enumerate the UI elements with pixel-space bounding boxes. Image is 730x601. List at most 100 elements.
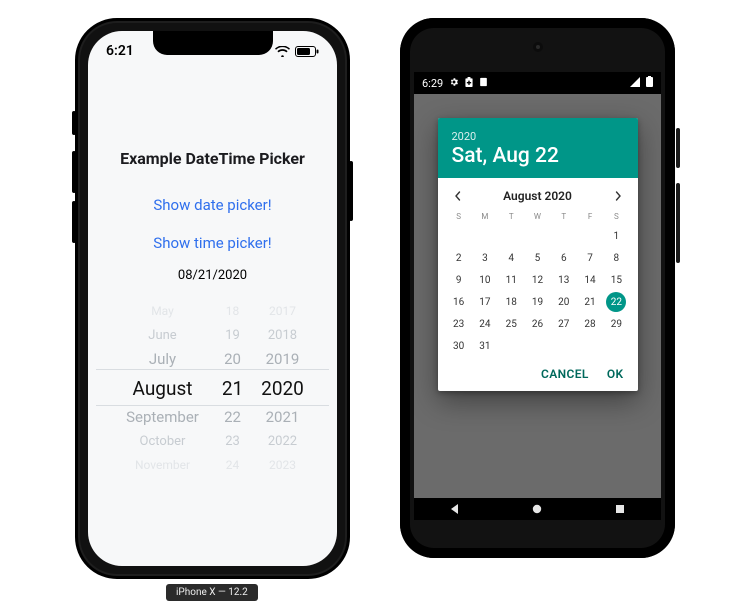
wheel-year[interactable]: 2018 (253, 328, 313, 343)
wheel-row[interactable]: July202019 (88, 347, 337, 371)
android-status-time: 6:29 (422, 77, 443, 90)
calendar-day[interactable]: 6 (551, 247, 577, 269)
calendar-day[interactable]: 24 (472, 313, 498, 335)
calendar-day[interactable]: 1 (603, 225, 629, 247)
iphone-volume-up (72, 151, 76, 193)
wheel-year[interactable]: 2022 (253, 434, 313, 449)
calendar-day[interactable]: 16 (446, 291, 472, 313)
wheel-day[interactable]: 24 (213, 458, 253, 472)
calendar-empty (498, 225, 524, 247)
wheel-day[interactable]: 23 (213, 434, 253, 449)
wheel-month[interactable]: September (113, 408, 213, 426)
android-camera (533, 42, 543, 52)
calendar-empty (524, 335, 550, 357)
calendar-weekday: T (551, 208, 577, 225)
calendar-day[interactable]: 23 (446, 313, 472, 335)
calendar-day[interactable]: 5 (524, 247, 550, 269)
wheel-month[interactable]: August (113, 377, 213, 400)
ios-date-wheel[interactable]: May182017June192018July202019August21202… (88, 297, 337, 479)
calendar-day[interactable]: 11 (498, 269, 524, 291)
calendar-weekday: F (577, 208, 603, 225)
show-date-picker-button[interactable]: Show date picker! (153, 196, 271, 214)
dialog-header: 2020 Sat, Aug 22 (438, 118, 638, 178)
wifi-icon (275, 46, 290, 57)
calendar-grid: SMTWTFS123456789101112131415161718192021… (438, 208, 638, 361)
calendar-day[interactable]: 9 (446, 269, 472, 291)
wheel-year[interactable]: 2023 (253, 458, 313, 472)
wheel-month[interactable]: May (113, 304, 213, 318)
calendar-day[interactable]: 25 (498, 313, 524, 335)
calendar-day[interactable]: 30 (446, 335, 472, 357)
calendar-day[interactable]: 22 (603, 291, 629, 313)
calendar-day[interactable]: 28 (577, 313, 603, 335)
wheel-divider (96, 405, 329, 406)
wheel-day[interactable]: 18 (213, 304, 253, 318)
android-device-frame: 6:29 (400, 18, 675, 558)
show-time-picker-button[interactable]: Show time picker! (153, 234, 271, 252)
calendar-day[interactable]: 19 (524, 291, 550, 313)
nav-recents-icon[interactable] (614, 500, 626, 519)
dialog-selected-date[interactable]: Sat, Aug 22 (452, 144, 624, 168)
calendar-day[interactable]: 10 (472, 269, 498, 291)
next-month-button[interactable] (610, 188, 626, 204)
calendar-day[interactable]: 13 (551, 269, 577, 291)
calendar-day[interactable]: 21 (577, 291, 603, 313)
android-dialog-scrim[interactable]: 2020 Sat, Aug 22 August 2020 SMTWTFS1234… (414, 94, 661, 500)
iphone-device-frame: 6:21 Example DateTime Picker Show date p… (75, 18, 350, 579)
cancel-button[interactable]: CANCEL (541, 367, 589, 381)
calendar-day[interactable]: 7 (577, 247, 603, 269)
calendar-day[interactable]: 2 (446, 247, 472, 269)
wheel-day[interactable]: 20 (213, 350, 253, 368)
gear-icon (449, 77, 459, 90)
calendar-day[interactable]: 12 (524, 269, 550, 291)
calendar-day[interactable]: 27 (551, 313, 577, 335)
calendar-empty (551, 225, 577, 247)
calendar-day[interactable]: 14 (577, 269, 603, 291)
wheel-day[interactable]: 19 (213, 328, 253, 343)
nav-back-icon[interactable] (449, 500, 461, 519)
calendar-empty (551, 335, 577, 357)
wheel-row[interactable]: August212020 (88, 371, 337, 405)
wheel-month[interactable]: November (113, 458, 213, 472)
wheel-row[interactable]: October232022 (88, 429, 337, 453)
wheel-row[interactable]: June192018 (88, 323, 337, 347)
battery-saver-icon (465, 77, 473, 90)
wheel-row[interactable]: November242023 (88, 453, 337, 477)
android-screen: 6:29 (414, 72, 661, 500)
calendar-day[interactable]: 8 (603, 247, 629, 269)
wheel-day[interactable]: 21 (213, 377, 253, 400)
iphone-power-button (349, 161, 353, 221)
calendar-day[interactable]: 20 (551, 291, 577, 313)
calendar-day[interactable]: 26 (524, 313, 550, 335)
wheel-month[interactable]: July (113, 350, 213, 368)
calendar-day[interactable]: 3 (472, 247, 498, 269)
wheel-row[interactable]: September222021 (88, 405, 337, 429)
calendar-weekday: T (498, 208, 524, 225)
wheel-divider (96, 369, 329, 370)
calendar-day[interactable]: 4 (498, 247, 524, 269)
android-nav-bar (414, 498, 661, 520)
calendar-empty (577, 225, 603, 247)
iphone-volume-down (72, 201, 76, 243)
calendar-weekday: S (603, 208, 629, 225)
wheel-year[interactable]: 2021 (253, 408, 313, 426)
ok-button[interactable]: OK (607, 367, 624, 381)
ios-content: Example DateTime Picker Show date picker… (88, 71, 337, 566)
wheel-month[interactable]: June (113, 328, 213, 343)
nav-home-icon[interactable] (531, 500, 543, 519)
wheel-year[interactable]: 2020 (253, 377, 313, 400)
calendar-day[interactable]: 17 (472, 291, 498, 313)
wheel-month[interactable]: October (113, 434, 213, 449)
dialog-year[interactable]: 2020 (452, 130, 624, 143)
wheel-year[interactable]: 2017 (253, 304, 313, 318)
calendar-empty (472, 225, 498, 247)
calendar-day[interactable]: 29 (603, 313, 629, 335)
wheel-day[interactable]: 22 (213, 408, 253, 426)
calendar-day[interactable]: 31 (472, 335, 498, 357)
prev-month-button[interactable] (450, 188, 466, 204)
battery-icon (295, 46, 319, 57)
calendar-day[interactable]: 15 (603, 269, 629, 291)
wheel-year[interactable]: 2019 (253, 350, 313, 368)
wheel-row[interactable]: May182017 (88, 299, 337, 323)
calendar-day[interactable]: 18 (498, 291, 524, 313)
